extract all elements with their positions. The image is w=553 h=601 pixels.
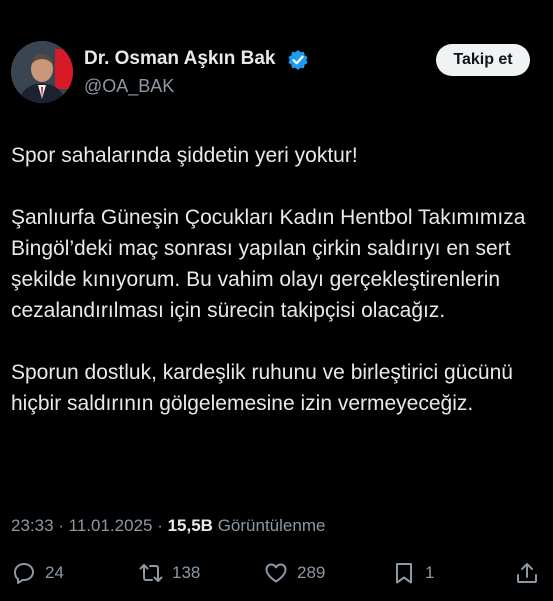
reply-icon xyxy=(14,563,34,584)
bookmark-count: 1 xyxy=(425,563,435,582)
like-button[interactable]: 289 xyxy=(264,556,325,590)
reply-button[interactable]: 24 xyxy=(12,556,64,590)
tweet-paragraph: Sporun dostluk, kardeşlik ruhunu ve birl… xyxy=(11,361,513,415)
tweet-date[interactable]: 11.01.2025 xyxy=(69,516,153,535)
tweet-actions: 24 138 289 1 xyxy=(0,556,553,590)
repost-count: 138 xyxy=(172,563,201,582)
tweet-time[interactable]: 23:33 xyxy=(11,516,54,535)
heart-icon xyxy=(265,563,287,583)
like-count: 289 xyxy=(297,563,326,582)
author-display-name[interactable]: Dr. Osman Aşkın Bak xyxy=(84,48,275,70)
tweet-meta: 23:33 · 11.01.2025 · 15,5B Görüntülenme xyxy=(11,516,325,536)
views-count: 15,5B xyxy=(167,516,213,535)
tweet-paragraph: Şanlıurfa Güneşin Çocukları Kadın Hentbo… xyxy=(11,206,526,322)
tweet-paragraph: Spor sahalarında şiddetin yeri yoktur! xyxy=(11,144,358,167)
reply-count: 24 xyxy=(45,563,64,582)
bookmark-icon xyxy=(396,563,412,584)
repost-button[interactable]: 138 xyxy=(139,556,200,590)
share-button[interactable] xyxy=(515,556,548,590)
tweet-text: Spor sahalarında şiddetin yeri yoktur! Ş… xyxy=(11,140,541,419)
repost-icon xyxy=(139,564,163,582)
tweet-header: Dr. Osman Aşkın Bak @OA_BAK Takip et xyxy=(0,0,553,110)
meta-separator: · xyxy=(152,516,168,535)
meta-separator: · xyxy=(53,516,69,535)
verified-badge-icon xyxy=(288,50,308,70)
follow-button[interactable]: Takip et xyxy=(436,44,530,76)
avatar-image xyxy=(11,41,73,103)
views-label: Görüntülenme xyxy=(217,516,326,535)
author-avatar[interactable] xyxy=(11,41,73,103)
bookmark-button[interactable]: 1 xyxy=(392,556,434,590)
share-icon xyxy=(517,563,537,583)
author-handle[interactable]: @OA_BAK xyxy=(84,76,174,97)
